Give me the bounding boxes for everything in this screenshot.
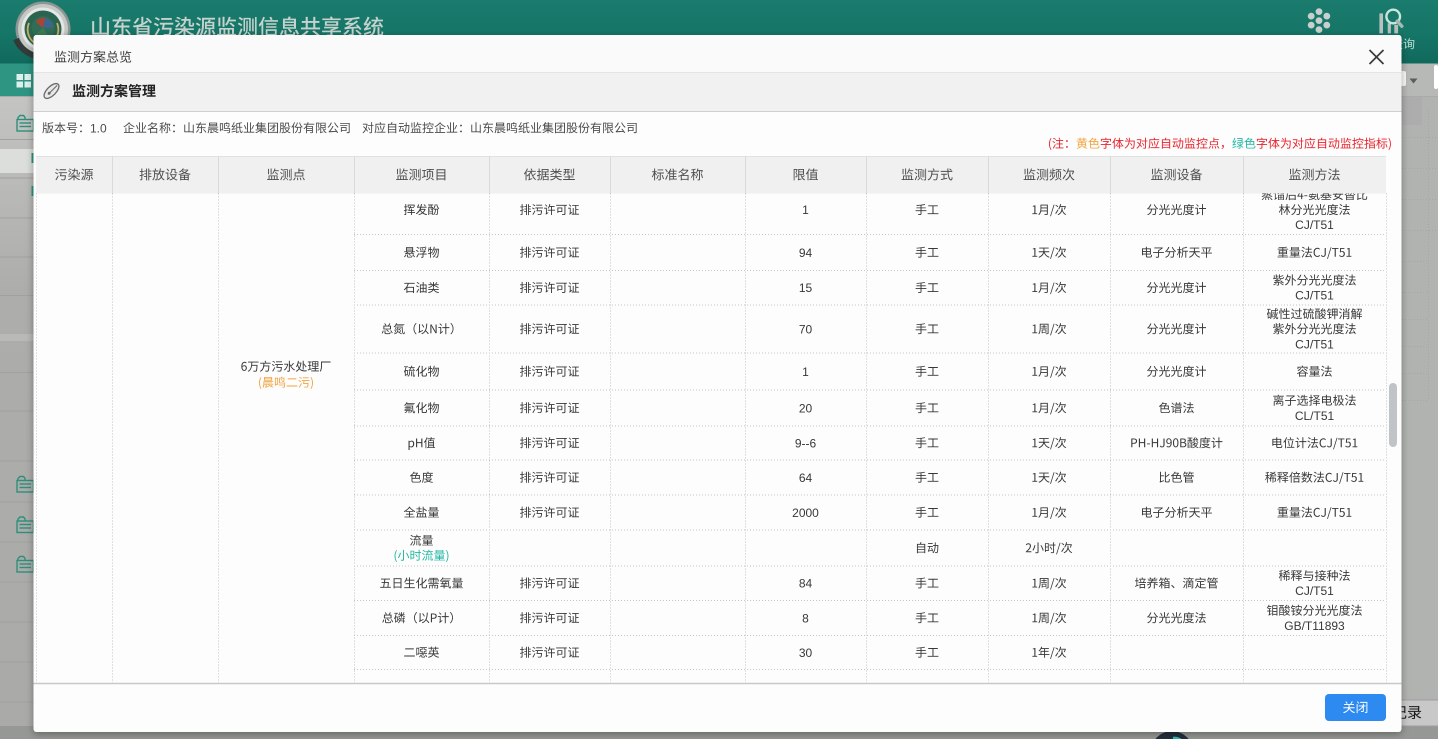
svg-text:CJ/T51: CJ/T51: [1295, 218, 1334, 232]
svg-text:15: 15: [799, 281, 813, 295]
svg-text:30: 30: [799, 646, 813, 660]
svg-text:CJ/T51: CJ/T51: [1295, 289, 1334, 303]
svg-text:9--6: 9--6: [795, 436, 817, 450]
svg-text:CJ/T51: CJ/T51: [1295, 337, 1334, 351]
svg-text:1: 1: [802, 365, 809, 379]
svg-text:GB/T11893: GB/T11893: [1284, 619, 1345, 633]
svg-text:94: 94: [799, 246, 813, 260]
svg-text:64: 64: [799, 471, 813, 485]
svg-text:20: 20: [799, 401, 813, 415]
svg-text:70: 70: [799, 322, 813, 336]
svg-text:8: 8: [802, 611, 809, 625]
svg-text:CL/T51: CL/T51: [1295, 409, 1335, 423]
svg-text:CJ/T51: CJ/T51: [1295, 584, 1334, 598]
svg-text:84: 84: [799, 577, 813, 591]
svg-text:2000: 2000: [792, 506, 819, 520]
svg-text:1.0: 1.0: [90, 121, 107, 135]
svg-text:1: 1: [802, 203, 809, 217]
